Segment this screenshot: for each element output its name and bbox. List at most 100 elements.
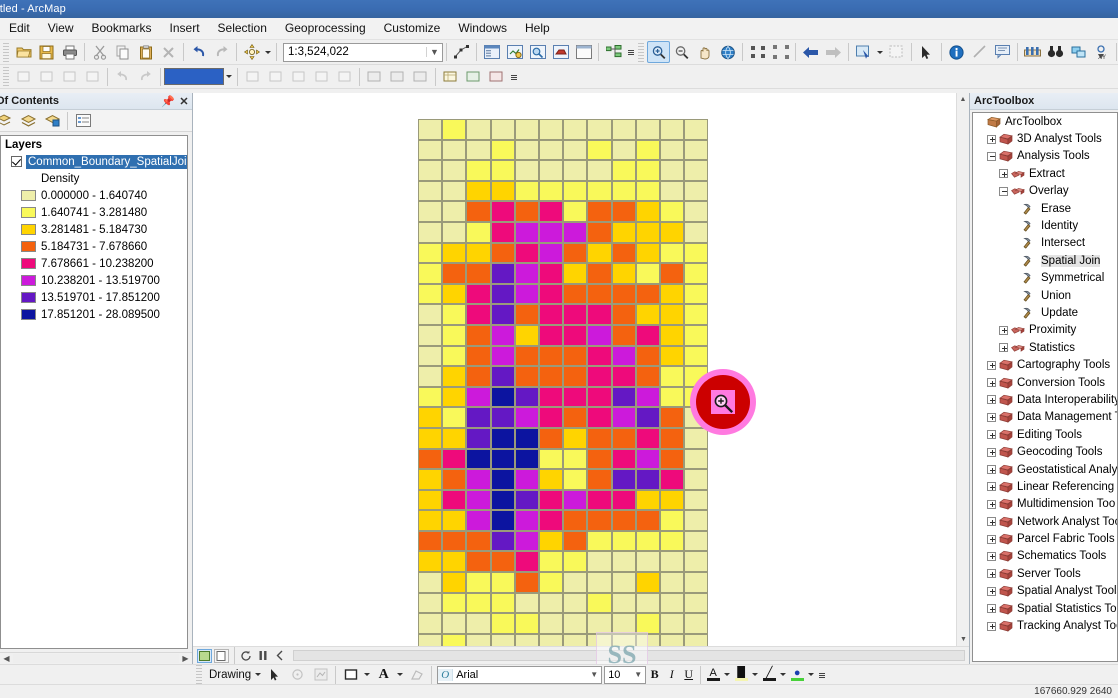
map-cell[interactable] [514, 448, 539, 470]
expand-plus-icon[interactable] [987, 569, 996, 579]
tools-toolbar-grip[interactable] [638, 42, 644, 62]
select-elements-draw-button[interactable] [263, 664, 286, 686]
map-cell[interactable] [587, 551, 612, 573]
map-cell[interactable] [442, 592, 467, 614]
map-cell[interactable] [684, 139, 709, 161]
map-cell[interactable] [442, 366, 467, 387]
map-cell[interactable] [635, 180, 660, 202]
map-cell[interactable] [684, 633, 709, 646]
pan-button[interactable] [693, 41, 716, 63]
edit-vertices-button[interactable] [450, 41, 473, 63]
map-cell[interactable] [635, 221, 660, 243]
map-cell[interactable] [442, 160, 467, 181]
map-cell[interactable] [442, 551, 467, 573]
map-cell[interactable] [418, 510, 443, 531]
shape-dropdown-arrow-icon[interactable] [362, 664, 372, 686]
map-cell[interactable] [635, 572, 660, 593]
map-cell[interactable] [538, 221, 564, 243]
map-cell[interactable] [684, 448, 709, 470]
expand-plus-icon[interactable] [987, 586, 996, 596]
map-cell[interactable] [659, 448, 685, 470]
go-to-xy-button[interactable] [1067, 41, 1090, 63]
font-color-arrow-icon[interactable] [722, 664, 732, 686]
map-cell[interactable] [442, 221, 467, 243]
map-canvas[interactable]: ▲ ▼ [193, 93, 969, 646]
map-cell[interactable] [587, 592, 612, 614]
map-cell[interactable] [466, 530, 491, 552]
arctoolbox-item-multidimension-too[interactable]: Multidimension Too [973, 496, 1117, 513]
map-cell[interactable] [418, 324, 443, 346]
arctoolbox-item-parcel-fabric-tools[interactable]: Parcel Fabric Tools [973, 530, 1117, 547]
map-cell[interactable] [442, 345, 467, 367]
measure-button[interactable] [968, 41, 991, 63]
map-cell[interactable] [635, 283, 660, 305]
map-cell[interactable] [611, 180, 636, 202]
map-cell[interactable] [611, 613, 636, 634]
map-cell[interactable] [442, 613, 467, 634]
map-cell[interactable] [466, 489, 491, 511]
map-cell[interactable] [514, 489, 539, 511]
map-cell[interactable] [418, 139, 443, 161]
map-cell[interactable] [514, 139, 539, 161]
expand-plus-icon[interactable] [987, 395, 996, 405]
map-cell[interactable] [684, 469, 709, 490]
map-cell[interactable] [514, 160, 539, 181]
scroll-up-arrow-icon[interactable]: ▲ [957, 93, 969, 106]
map-cell[interactable] [538, 592, 564, 614]
map-cell[interactable] [418, 489, 443, 511]
map-cell[interactable] [418, 221, 443, 243]
map-cell[interactable] [587, 345, 612, 367]
map-cell[interactable] [684, 283, 709, 305]
map-cell[interactable] [466, 386, 491, 408]
legend-color-swatch[interactable] [21, 309, 36, 320]
map-cell[interactable] [659, 304, 685, 325]
symbol-tool-3[interactable] [81, 66, 104, 88]
map-cell[interactable] [514, 366, 539, 387]
pin-icon[interactable]: 📌 [160, 95, 176, 108]
symbol-tool-2[interactable] [58, 66, 81, 88]
arctoolbox-item-server-tools[interactable]: Server Tools [973, 565, 1117, 582]
italic-button[interactable]: I [663, 666, 680, 684]
secondary-overflow-button[interactable] [508, 66, 520, 88]
map-cell[interactable] [418, 283, 443, 305]
map-cell[interactable] [490, 324, 515, 346]
map-cell[interactable] [659, 469, 685, 490]
map-scale-combo[interactable]: 1:3,524,022 ▼ [283, 42, 443, 62]
map-cell[interactable] [611, 324, 636, 346]
map-cell[interactable] [490, 592, 515, 614]
map-cell[interactable] [538, 386, 564, 408]
map-cell[interactable] [466, 119, 491, 140]
zoom-in-button[interactable] [647, 41, 670, 63]
map-cell[interactable] [442, 180, 467, 202]
expand-plus-icon[interactable] [987, 378, 996, 388]
map-cell[interactable] [563, 366, 588, 387]
map-cell[interactable] [587, 469, 612, 490]
map-cell[interactable] [563, 592, 588, 614]
arctoolbox-item-editing-tools[interactable]: Editing Tools [973, 426, 1117, 443]
attribute-tool-2[interactable] [462, 66, 485, 88]
arctoolbox-item-extract[interactable]: Extract [973, 165, 1117, 182]
map-cell[interactable] [514, 407, 539, 428]
arctoolbox-item-3d-analyst-tools[interactable]: 3D Analyst Tools [973, 130, 1117, 147]
map-cell[interactable] [611, 530, 636, 552]
map-cell[interactable] [538, 345, 564, 367]
map-cell[interactable] [418, 345, 443, 367]
expand-plus-icon[interactable] [987, 465, 996, 474]
expand-plus-icon[interactable] [987, 621, 996, 631]
underline-button[interactable]: U [680, 666, 697, 684]
map-cell[interactable] [611, 345, 636, 367]
text-dropdown-arrow-icon[interactable] [395, 664, 405, 686]
map-cell[interactable] [635, 489, 660, 511]
collapse-minus-icon[interactable] [987, 151, 996, 161]
expand-plus-icon[interactable] [987, 412, 996, 422]
map-cell[interactable] [684, 345, 709, 367]
arctoolbox-item-overlay[interactable]: Overlay [973, 183, 1117, 200]
map-cell[interactable] [611, 551, 636, 573]
map-cell[interactable] [684, 572, 709, 593]
map-vertical-scrollbar[interactable]: ▲ ▼ [956, 93, 969, 646]
map-cell[interactable] [635, 592, 660, 614]
map-cell[interactable] [563, 180, 588, 202]
edit-tool-2[interactable] [264, 66, 287, 88]
map-cell[interactable] [490, 572, 515, 593]
map-cell[interactable] [442, 407, 467, 428]
